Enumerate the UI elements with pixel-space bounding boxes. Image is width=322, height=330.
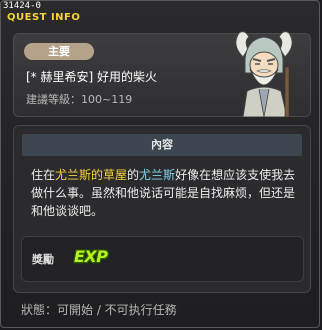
quest-info-window: 31424-0 QUEST INFO 主要 [* 赫里希安] 好用的柴火 建議等… [0, 0, 320, 328]
quest-id: 31424-0 [3, 1, 41, 11]
quest-name: [* 赫里希安] 好用的柴火 [26, 70, 157, 84]
location-highlight: 尤兰斯的草屋 [55, 168, 128, 182]
content-section-header: 內容 [22, 134, 302, 156]
quest-category-badge: 主要 [24, 43, 94, 60]
npc-highlight: 尤兰斯 [139, 168, 176, 182]
recommended-level: 建議等級：100~119 [26, 93, 133, 106]
description-text: 住在 [31, 168, 56, 182]
window-title: QUEST INFO [7, 12, 81, 23]
quest-description: 住在尤兰斯的草屋的尤兰斯好像在想应该支使我去做什么事。虽然和他说话可能是自找麻烦… [31, 166, 299, 220]
quest-content-panel: 內容 住在尤兰斯的草屋的尤兰斯好像在想应该支使我去做什么事。虽然和他说话可能是自… [13, 125, 311, 293]
reward-label: 獎勵 [32, 253, 54, 266]
description-text: 的 [127, 168, 140, 182]
reward-box: 獎勵 EXP [21, 236, 304, 282]
npc-portrait-icon [235, 31, 293, 117]
quest-status: 狀態：可開始 / 不可执行任務 [21, 303, 177, 317]
exp-icon[interactable]: EXP [74, 247, 108, 266]
